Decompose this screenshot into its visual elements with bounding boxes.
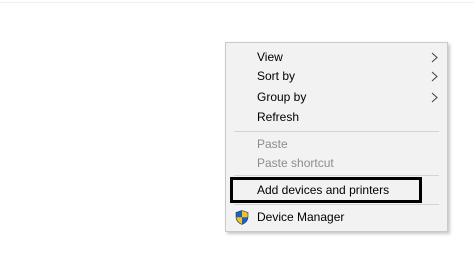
desktop-context-menu: View Sort by Group by Refresh Paste Past [225, 42, 448, 232]
chevron-right-icon [431, 52, 438, 63]
menu-item-label: Device Manager [257, 210, 345, 224]
chevron-right-icon [431, 92, 438, 103]
menu-item-sort-by[interactable]: Sort by [226, 66, 447, 87]
menu-separator [234, 204, 439, 205]
menu-item-label: Refresh [257, 110, 300, 124]
menu-item-label: Sort by [257, 69, 296, 83]
menu-item-refresh[interactable]: Refresh [226, 107, 447, 128]
menu-item-group-by[interactable]: Group by [226, 87, 447, 108]
menu-item-paste-shortcut[interactable]: Paste shortcut [226, 153, 447, 174]
menu-item-label: Paste shortcut [257, 156, 334, 170]
menu-item-device-manager[interactable]: Device Manager [226, 207, 447, 228]
menu-item-label: Paste [257, 137, 288, 151]
desktop-edge-line [0, 2, 474, 3]
menu-item-view[interactable]: View [226, 47, 447, 68]
menu-item-label: View [257, 50, 283, 64]
desktop-background[interactable]: View Sort by Group by Refresh Paste Past [0, 0, 474, 260]
chevron-right-icon [431, 71, 438, 82]
menu-item-paste[interactable]: Paste [226, 134, 447, 155]
uac-shield-icon [235, 210, 249, 225]
menu-item-label: Group by [257, 90, 307, 104]
highlight-annotation-box [230, 177, 422, 203]
menu-separator [234, 131, 439, 132]
menu-separator [234, 175, 439, 176]
